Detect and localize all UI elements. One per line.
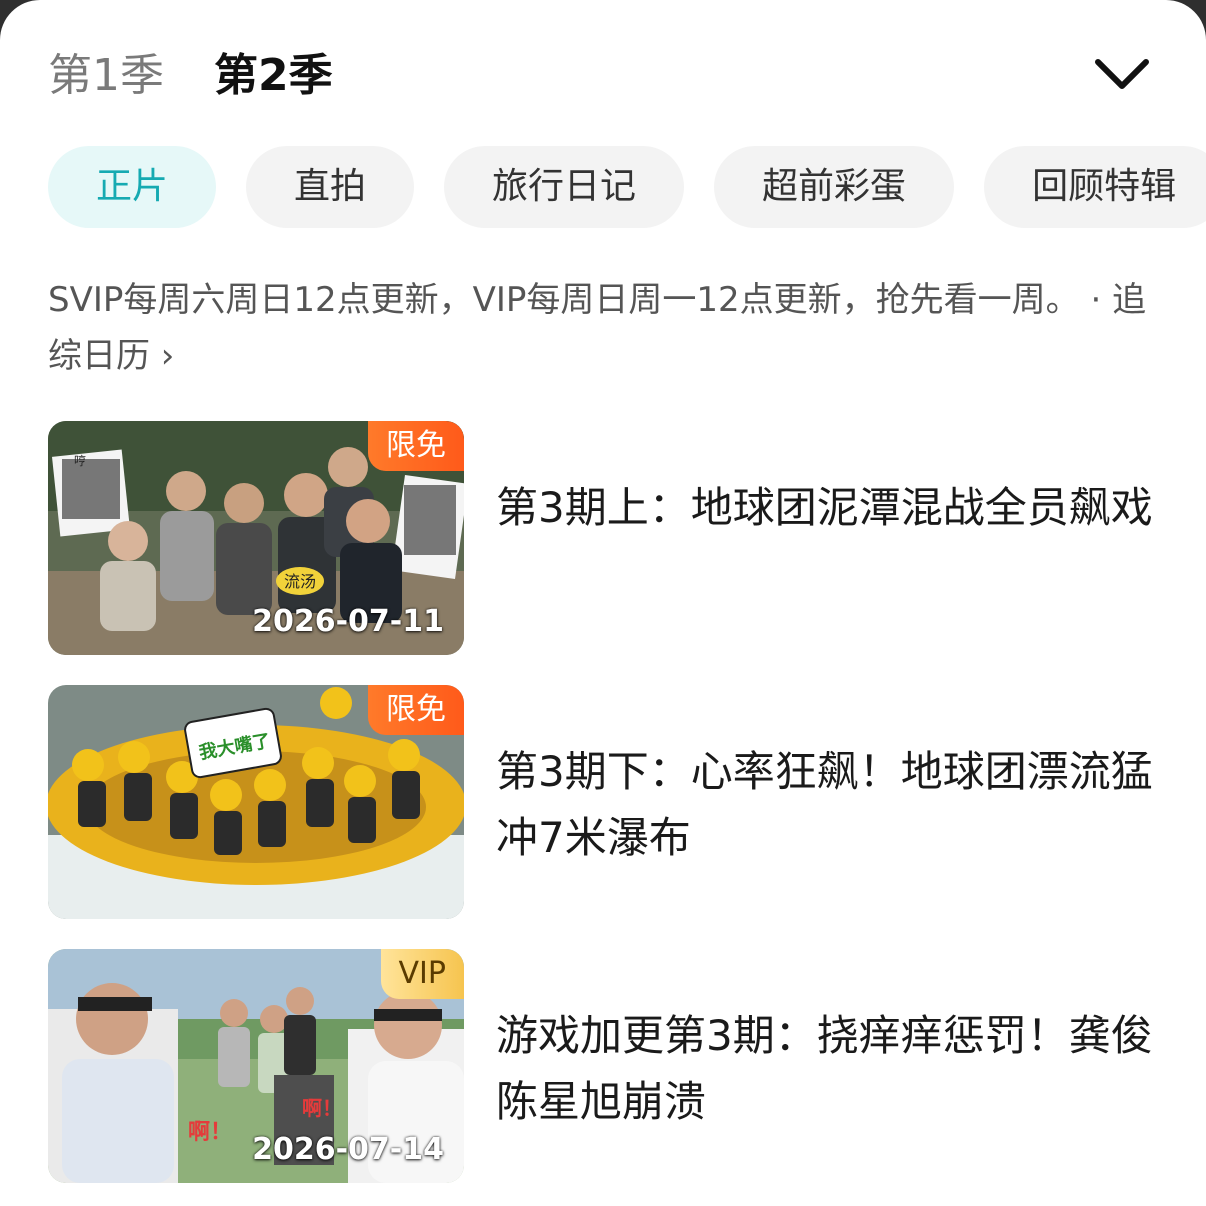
episode-title[interactable]: 第3期上：地球团泥潭混战全员飙戏 — [496, 475, 1156, 541]
episode-title[interactable]: 第3期下：心率狂飙！地球团漂流猛冲7米瀑布 — [496, 739, 1156, 871]
episode-panel: 第1季 第2季 正片 直拍 旅行日记 超前彩蛋 回顾特辑 SVIP每周六周日12… — [0, 0, 1206, 1206]
episode-item[interactable]: 我大嘴了 限免 第3期下：心率狂飙！地球团漂流猛冲7米瀑布 — [48, 685, 1158, 919]
category-chips: 正片 直拍 旅行日记 超前彩蛋 回顾特辑 — [48, 146, 1206, 228]
thumbnail-caption: 流汤 — [284, 572, 316, 591]
chip-fancam[interactable]: 直拍 — [246, 146, 415, 228]
episode-thumbnail[interactable]: 我大嘴了 限免 — [48, 685, 464, 919]
episode-thumbnail[interactable]: 啊！ 啊！ VIP 2026-07-14 — [48, 949, 464, 1183]
collapse-button[interactable] — [1090, 50, 1154, 98]
season-tab-2[interactable]: 第2季 — [214, 46, 333, 106]
episode-item[interactable]: 啊！ 啊！ VIP 2026-07-14 游戏加更第3期：挠痒痒惩罚！龚俊陈星旭… — [48, 949, 1158, 1183]
episode-title[interactable]: 游戏加更第3期：挠痒痒惩罚！龚俊陈星旭崩溃 — [496, 1003, 1156, 1135]
chip-travel-diary[interactable]: 旅行日记 — [444, 146, 685, 228]
season-tab-1[interactable]: 第1季 — [48, 46, 164, 106]
thumbnail-caption: 啊！ — [188, 1120, 232, 1145]
thumbnail-caption: 啊！ — [302, 1096, 342, 1120]
season-tabs: 第1季 第2季 — [48, 44, 383, 108]
free-badge: 限免 — [368, 421, 464, 471]
episode-item[interactable]: 流汤 哼 限免 2026-07-11 第3期上：地球团泥潭混战全员飙戏 — [48, 421, 1158, 655]
update-notice: SVIP每周六周日12点更新，VIP每周日周一12点更新，抢先看一周。 · 追综… — [48, 272, 1158, 384]
chevron-down-icon — [1095, 59, 1149, 89]
update-schedule-text: SVIP每周六周日12点更新，VIP每周日周一12点更新，抢先看一周。 — [48, 280, 1080, 320]
chip-preview-eggs[interactable]: 超前彩蛋 — [714, 146, 955, 228]
free-badge: 限免 — [368, 685, 464, 735]
thumbnail-caption: 哼 — [74, 453, 86, 468]
episode-date: 2026-07-14 — [252, 1132, 444, 1167]
chip-review-special[interactable]: 回顾特辑 — [984, 146, 1206, 228]
episode-date: 2026-07-11 — [252, 604, 444, 639]
chip-main[interactable]: 正片 — [48, 146, 217, 228]
vip-badge: VIP — [380, 949, 464, 999]
episode-thumbnail[interactable]: 流汤 哼 限免 2026-07-11 — [48, 421, 464, 655]
